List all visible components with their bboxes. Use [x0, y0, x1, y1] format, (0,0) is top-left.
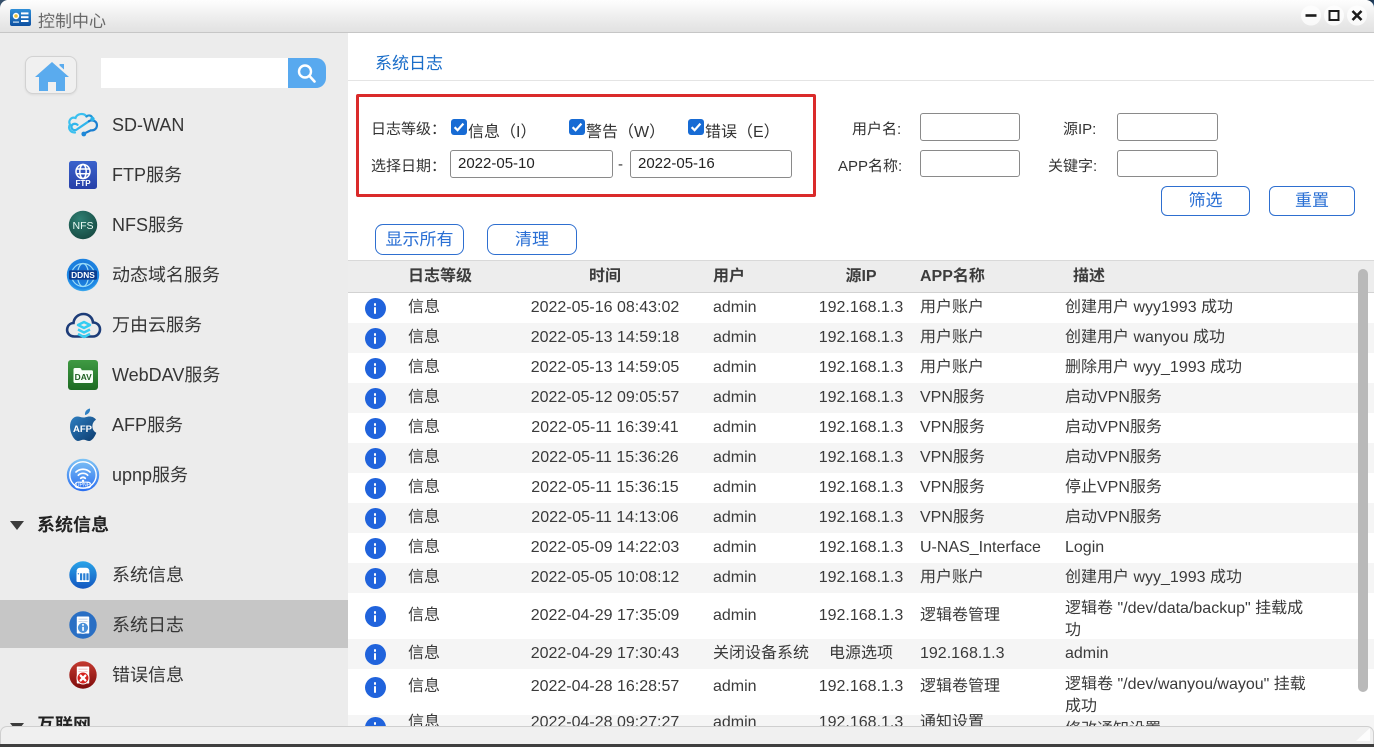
svg-text:DDNS: DDNS [71, 270, 95, 280]
svg-text:DAV: DAV [75, 372, 92, 382]
svg-text:FTP: FTP [75, 179, 91, 188]
svg-text:UPNP: UPNP [76, 483, 91, 489]
svg-text:NFS: NFS [73, 220, 94, 232]
svg-text:AFP: AFP [73, 424, 93, 435]
